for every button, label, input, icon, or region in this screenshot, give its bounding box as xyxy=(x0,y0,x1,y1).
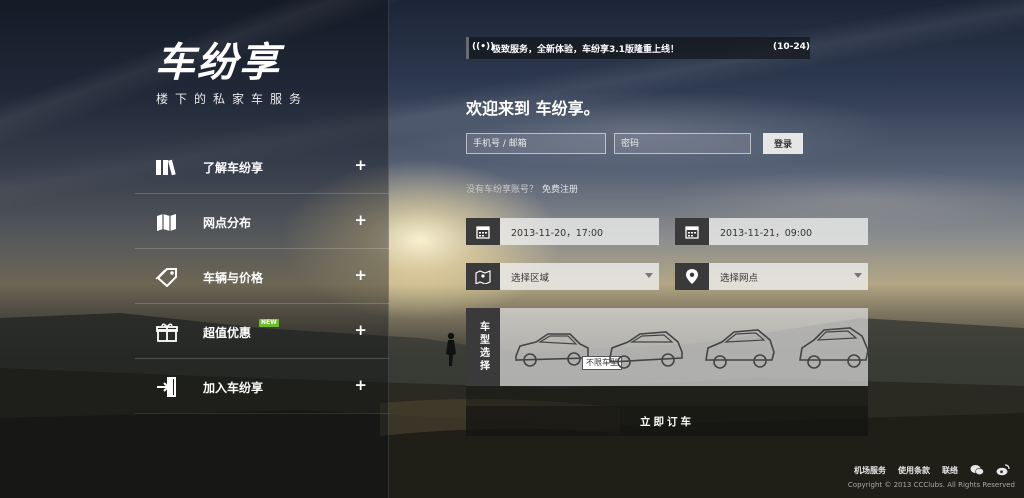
main-menu: 了解车纷享 + 网点分布 + 车辆与价格 + 超值优惠 NEW + 加入车纷享 … xyxy=(135,139,389,414)
start-time-value: 2013-11-20，17:00 xyxy=(511,227,604,239)
new-badge: NEW xyxy=(259,319,279,327)
register-prompt: 没有车纷享账号？ 免费注册 xyxy=(466,182,578,195)
register-link[interactable]: 免费注册 xyxy=(542,185,578,195)
station-select[interactable]: 选择网点 xyxy=(675,263,868,290)
price-tag-icon xyxy=(155,268,177,287)
no-account-text: 没有车纷享账号？ xyxy=(466,185,539,195)
left-sidebar: 车纷享 楼下的私家车服务 了解车纷享 + 网点分布 + 车辆与价格 + 超值优惠… xyxy=(0,0,389,498)
weibo-icon[interactable] xyxy=(996,464,1010,476)
compact-car-icon[interactable] xyxy=(700,322,780,374)
mini-car-icon[interactable] xyxy=(794,322,874,374)
brand-logo[interactable]: 车纷享 xyxy=(155,30,281,88)
login-button[interactable]: 登录 xyxy=(763,133,803,154)
wechat-icon[interactable] xyxy=(970,464,984,476)
location-pin-icon xyxy=(675,263,709,290)
footer-link-contact[interactable]: 联络 xyxy=(942,465,958,476)
station-placeholder: 选择网点 xyxy=(720,272,759,284)
end-time-value: 2013-11-21，09:00 xyxy=(720,227,813,239)
password-input[interactable] xyxy=(614,133,751,154)
menu-item-join[interactable]: 加入车纷享 + xyxy=(135,359,389,414)
menu-label: 了解车纷享 xyxy=(203,161,264,175)
menu-item-about[interactable]: 了解车纷享 + xyxy=(135,139,389,194)
menu-label: 网点分布 xyxy=(203,216,252,230)
calendar-icon xyxy=(675,218,709,245)
menu-item-offers[interactable]: 超值优惠 NEW + xyxy=(135,304,389,359)
expand-plus-icon: + xyxy=(354,376,367,394)
region-select[interactable]: 选择区域 xyxy=(466,263,659,290)
enter-icon xyxy=(157,377,176,397)
footer-link-terms[interactable]: 使用条款 xyxy=(898,465,930,476)
start-time-field[interactable]: 2013-11-20，17:00 xyxy=(466,218,659,245)
gift-icon xyxy=(156,323,178,342)
books-icon xyxy=(156,159,176,176)
broadcast-icon: ((•)) xyxy=(472,42,495,52)
announcement-date: (10-24) xyxy=(772,42,810,52)
announcement-accent xyxy=(466,37,469,59)
footer-link-airport[interactable]: 机场服务 xyxy=(854,465,886,476)
sedan-car-icon[interactable] xyxy=(512,322,592,374)
menu-label: 车辆与价格 xyxy=(203,271,264,285)
expand-plus-icon: + xyxy=(354,211,367,229)
map-icon xyxy=(466,263,500,290)
hatchback-car-icon[interactable] xyxy=(606,322,686,374)
menu-label: 超值优惠 xyxy=(203,326,252,340)
announcement-bar[interactable]: ((•)) 极致服务，全新体验，车纷享3.1版隆重上线！ (10-24) xyxy=(466,37,810,59)
end-time-field[interactable]: 2013-11-21，09:00 xyxy=(675,218,868,245)
chevron-down-icon xyxy=(854,273,862,278)
expand-plus-icon: + xyxy=(354,321,367,339)
announcement-text[interactable]: 极致服务，全新体验，车纷享3.1版隆重上线！ xyxy=(492,42,679,55)
car-type-label: 车型选择 xyxy=(466,308,500,386)
car-type-selector: 车型选择 不限车型 xyxy=(466,308,869,386)
copyright-text: Copyright © 2013 CCClubs. All Rights Res… xyxy=(847,481,1015,489)
phone-email-input[interactable] xyxy=(466,133,606,154)
car-type-footer xyxy=(466,386,868,406)
menu-label: 加入车纷享 xyxy=(203,381,264,395)
menu-item-cars-prices[interactable]: 车辆与价格 + xyxy=(135,249,389,304)
welcome-heading: 欢迎来到 车纷享。 xyxy=(466,99,600,118)
footer-links: 机场服务 使用条款 联络 xyxy=(854,464,1010,476)
brand-slogan: 楼下的私家车服务 xyxy=(156,92,309,106)
expand-plus-icon: + xyxy=(354,266,367,284)
book-now-button[interactable]: 立即订车 xyxy=(466,406,868,436)
car-type-options: 不限车型 xyxy=(500,308,869,386)
region-placeholder: 选择区域 xyxy=(511,272,550,284)
chevron-down-icon xyxy=(645,273,653,278)
calendar-icon xyxy=(466,218,500,245)
expand-plus-icon: + xyxy=(354,156,367,174)
map-icon xyxy=(157,214,176,231)
menu-item-stations[interactable]: 网点分布 + xyxy=(135,194,389,249)
